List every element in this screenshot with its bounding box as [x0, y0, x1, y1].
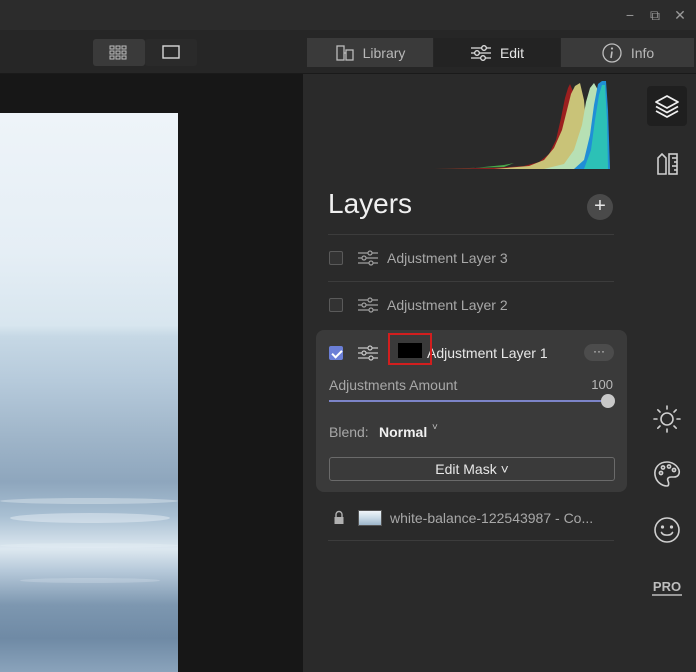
close-button[interactable]: ✕	[670, 5, 690, 25]
blend-label: Blend:	[329, 424, 369, 440]
tab-library[interactable]: Library	[307, 38, 433, 67]
face-icon	[654, 517, 680, 543]
layer-visibility-checkbox[interactable]	[329, 298, 343, 312]
tab-library-label: Library	[362, 44, 406, 61]
single-view-icon	[162, 45, 180, 59]
add-layer-button[interactable]: +	[587, 194, 613, 220]
edit-mask-button[interactable]: Edit Mask ˅	[329, 457, 615, 481]
info-icon	[602, 42, 622, 63]
library-icon	[335, 44, 354, 61]
wave-highlight	[0, 543, 178, 548]
adjustments-amount-slider-handle[interactable]	[601, 394, 615, 408]
adjustments-amount-slider[interactable]	[329, 400, 609, 402]
blend-mode-dropdown[interactable]: Normal	[379, 424, 427, 440]
chevron-down-icon[interactable]: ˅	[432, 422, 438, 433]
layer-name: Adjustment Layer 2	[387, 297, 508, 313]
restore-button[interactable]: ⧉	[645, 5, 665, 25]
layers-icon	[655, 95, 679, 118]
tab-edit-label: Edit	[499, 44, 525, 61]
tab-edit[interactable]: Edit	[434, 38, 560, 67]
tool-rail: PRO	[638, 74, 696, 672]
layer-mask-thumbnail-highlight[interactable]	[388, 333, 432, 365]
grid-view-button[interactable]	[93, 39, 145, 66]
layer-row-active[interactable]: Adjustment Layer 1	[328, 330, 618, 376]
adjustment-layer-icon	[358, 297, 378, 313]
photo-preview	[0, 113, 178, 672]
pro-tool-button[interactable]: PRO	[647, 567, 687, 607]
wave-highlight	[0, 498, 178, 504]
light-tool-button[interactable]	[647, 399, 687, 439]
histogram	[434, 81, 610, 169]
title-bar: − ⧉ ✕	[0, 0, 696, 30]
pro-label: PRO	[653, 579, 681, 594]
layer-row[interactable]: Adjustment Layer 2	[328, 282, 614, 328]
panel-title: Layers	[328, 188, 413, 219]
layer-visibility-checkbox[interactable]	[329, 251, 343, 265]
base-layer-thumbnail	[358, 510, 382, 526]
palette-icon	[654, 461, 681, 487]
minimize-button[interactable]: −	[620, 5, 640, 25]
layer-mask-thumbnail	[398, 343, 422, 358]
tab-info[interactable]: Info	[561, 38, 694, 67]
layer-visibility-checkbox[interactable]	[329, 346, 343, 360]
ruler-tool-button[interactable]	[647, 144, 687, 184]
single-view-button[interactable]	[145, 39, 197, 66]
adjustments-amount-value: 100	[591, 377, 613, 392]
layers-panel: Layers + Adjustment Layer 3 Adjustment L…	[303, 74, 638, 672]
color-tool-button[interactable]	[647, 454, 687, 494]
photo-canvas[interactable]	[0, 74, 303, 672]
wave-highlight	[10, 513, 170, 523]
top-toolbar: Library Edit Info	[0, 30, 696, 74]
adjustments-amount-label: Adjustments Amount	[329, 377, 458, 393]
adjustment-layer-icon	[358, 345, 378, 361]
base-layer-name: white-balance-122543987 - Co...	[390, 510, 594, 526]
sliders-icon	[470, 44, 491, 61]
layer-more-button[interactable]: ···	[584, 344, 614, 361]
active-layer-card[interactable]: Adjustment Layer 1 ··· Adjustments Amoun…	[316, 330, 627, 492]
adjustment-layer-icon	[358, 250, 378, 266]
divider	[328, 540, 614, 541]
pro-badge: PRO	[652, 579, 682, 596]
portrait-tool-button[interactable]	[647, 510, 687, 550]
wave-highlight	[20, 578, 160, 583]
tab-info-label: Info	[630, 44, 655, 61]
base-layer-row[interactable]: white-balance-122543987 - Co...	[328, 495, 614, 541]
app-window: − ⧉ ✕ Library Edit Info Layers + Adjustm…	[0, 0, 696, 672]
layer-row[interactable]: Adjustment Layer 3	[328, 235, 614, 281]
layer-name: Adjustment Layer 3	[387, 250, 508, 266]
layer-name: Adjustment Layer 1	[427, 345, 548, 361]
sun-icon	[653, 405, 681, 433]
grid-view-icon	[109, 45, 127, 60]
layers-tool-button[interactable]	[647, 86, 687, 126]
ruler-icon	[657, 152, 678, 175]
lock-icon	[334, 510, 344, 524]
